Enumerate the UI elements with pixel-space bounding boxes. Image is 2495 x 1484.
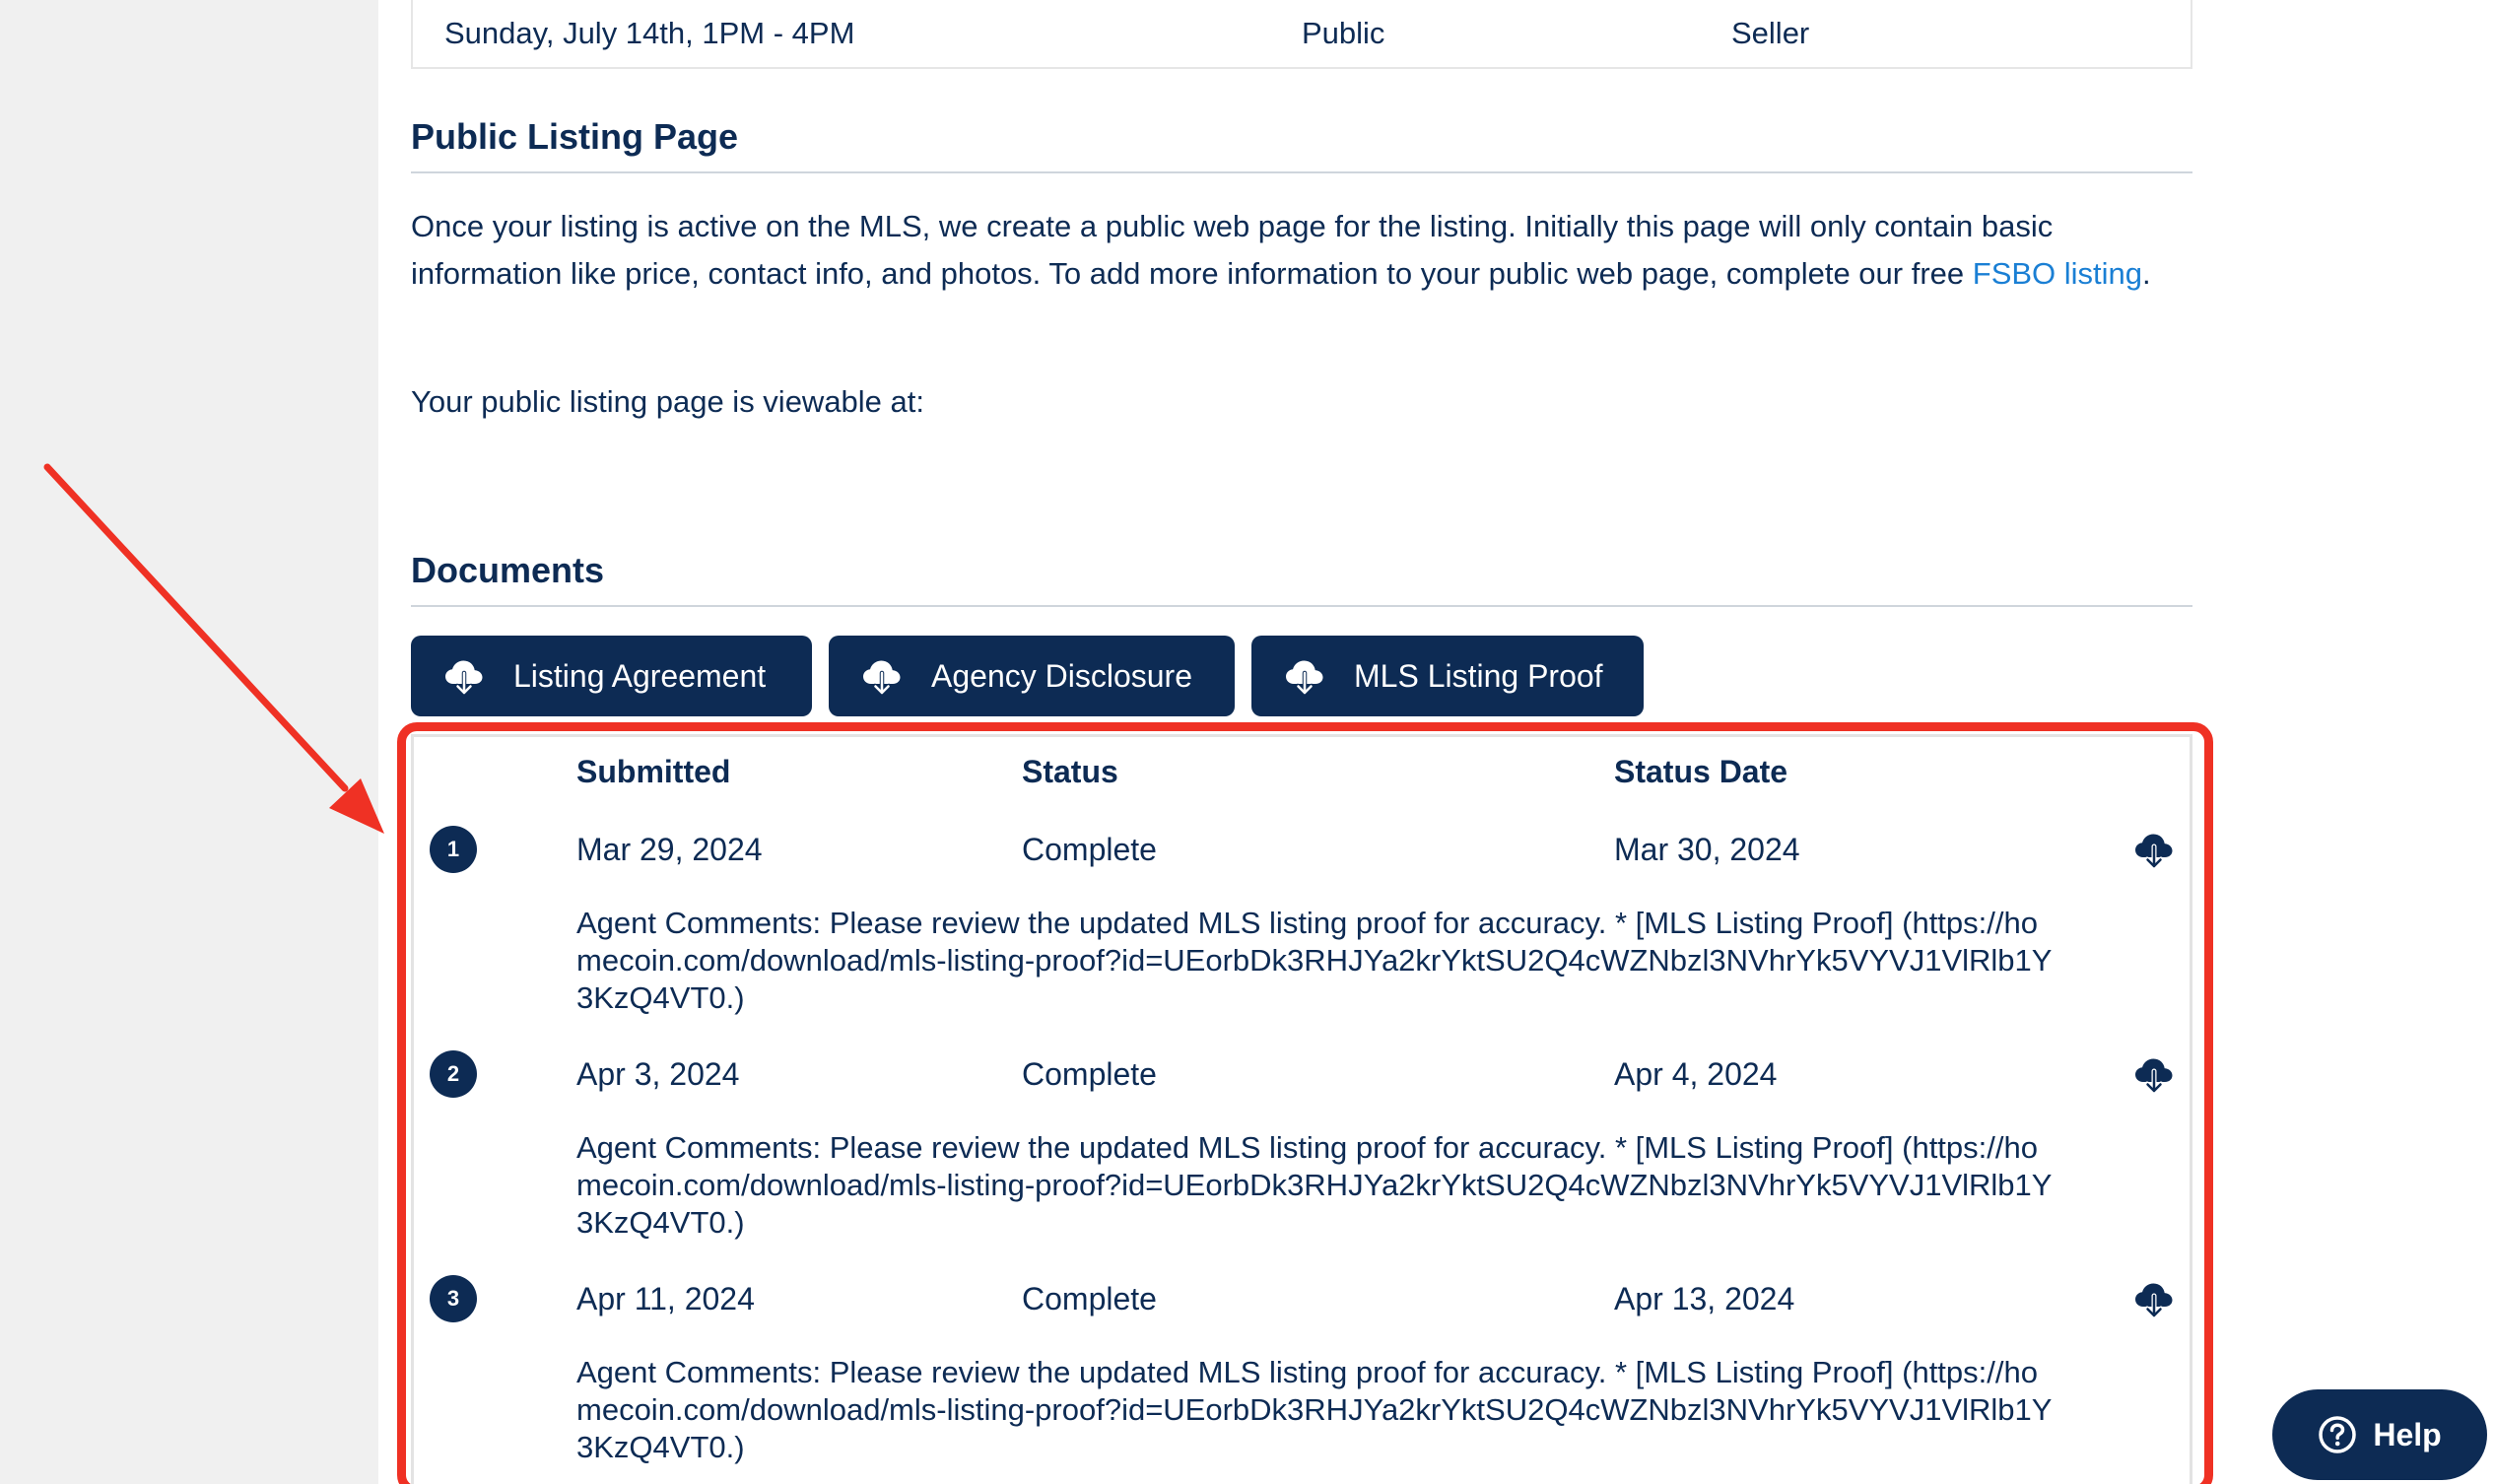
annotation-highlight-box [397,722,2213,1484]
cloud-download-icon [442,654,486,698]
mls-listing-proof-label: MLS Listing Proof [1354,657,1603,694]
mls-listing-proof-button[interactable]: MLS Listing Proof [1251,636,1644,716]
public-listing-title: Public Listing Page [411,116,2192,173]
document-buttons: Listing Agreement Agency Disclosure MLS … [411,636,1644,716]
open-house-date: Sunday, July 14th, 1PM - 4PM [444,16,855,50]
public-listing-viewable-text: Your public listing page is viewable at: [411,384,925,419]
open-house-row: Sunday, July 14th, 1PM - 4PM Public Sell… [411,0,2192,69]
public-listing-body-end: . [2142,256,2151,291]
question-circle-icon [2318,1415,2357,1454]
public-listing-body-text: Once your listing is active on the MLS, … [411,209,2054,291]
fsbo-listing-link[interactable]: FSBO listing [1973,256,2142,291]
help-label: Help [2373,1416,2442,1452]
cloud-download-icon [860,654,904,698]
help-button[interactable]: Help [2272,1389,2487,1480]
agency-disclosure-label: Agency Disclosure [931,657,1192,694]
public-listing-description: Once your listing is active on the MLS, … [411,203,2175,298]
open-house-host: Seller [1731,16,1810,50]
cloud-download-icon [1283,654,1326,698]
open-house-type: Public [1302,16,1385,50]
left-sidebar [0,0,378,1484]
listing-agreement-label: Listing Agreement [513,657,767,694]
documents-title: Documents [411,550,2192,607]
listing-agreement-button[interactable]: Listing Agreement [411,636,812,716]
agency-disclosure-button[interactable]: Agency Disclosure [829,636,1235,716]
